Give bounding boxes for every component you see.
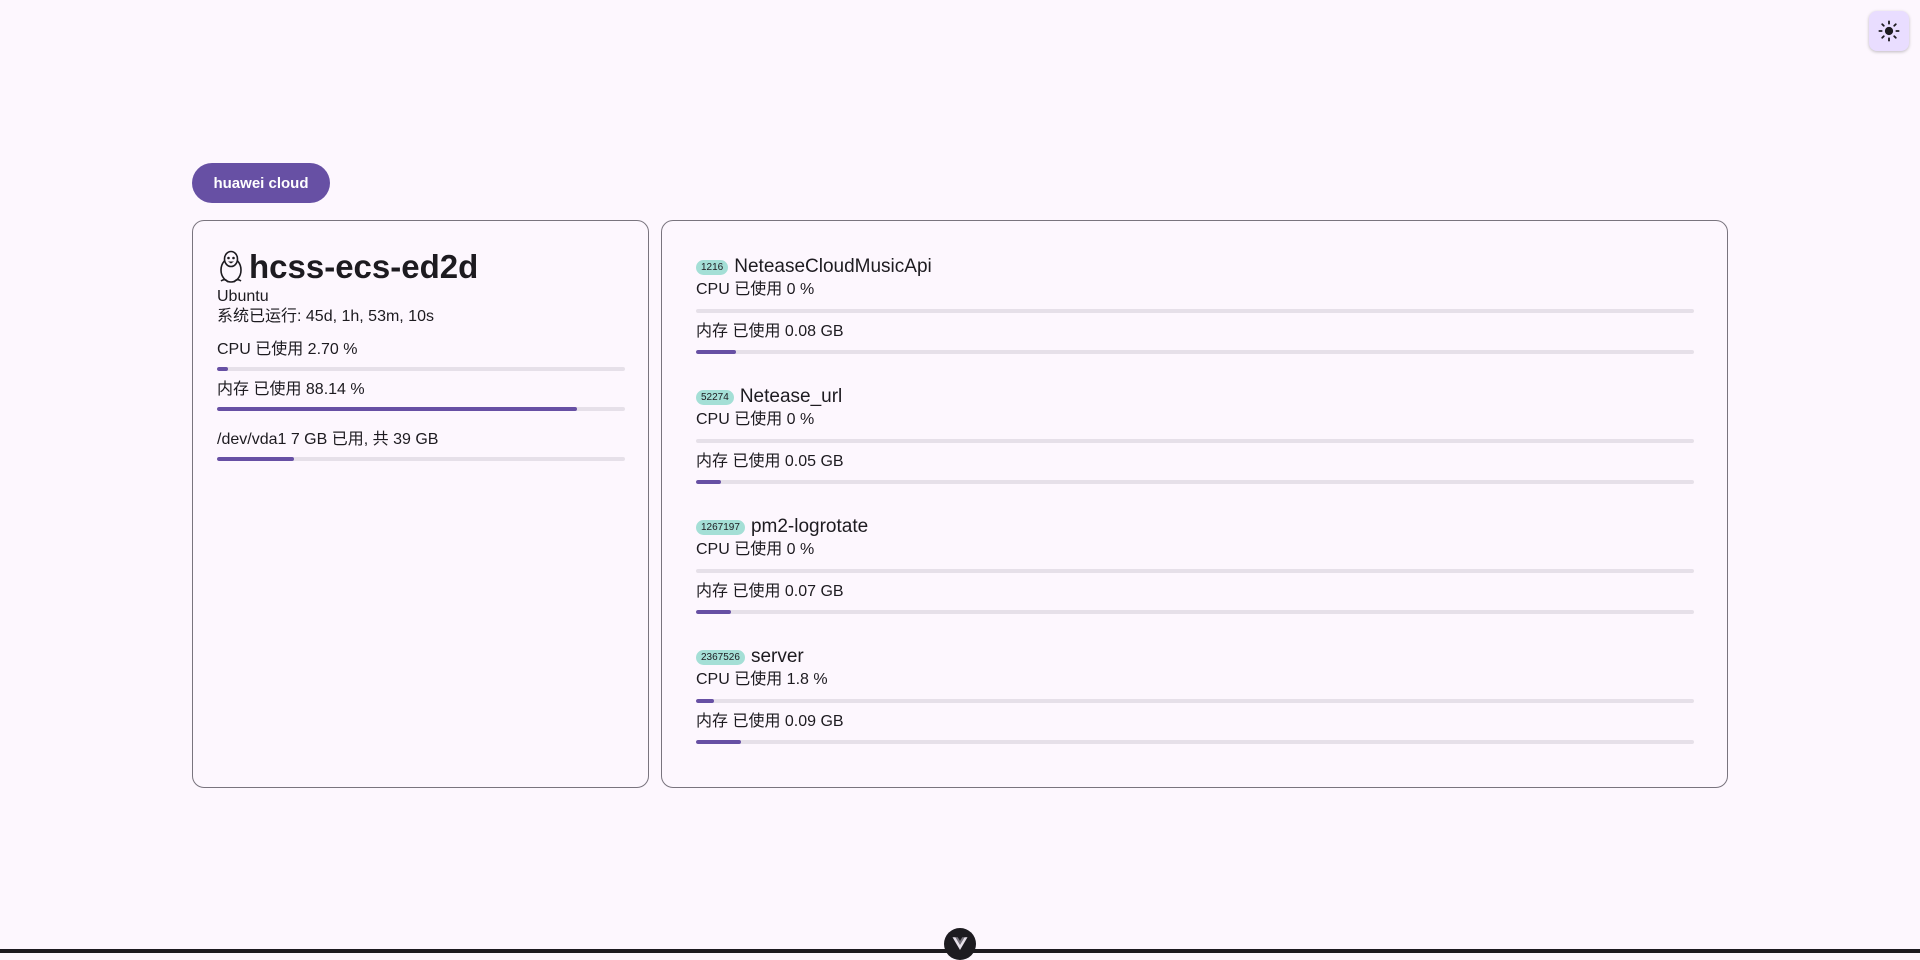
- host-name: hcss-ecs-ed2d: [249, 248, 479, 285]
- process-header: 1216 NeteaseCloudMusicApi: [696, 255, 1694, 279]
- process-memory-bar: [696, 480, 1694, 484]
- vue-devtools-button[interactable]: [944, 928, 976, 960]
- process-item: 1216 NeteaseCloudMusicApi CPU 已使用 0 % 内存…: [696, 255, 1694, 385]
- process-cpu-label: CPU 已使用 0 %: [696, 541, 815, 558]
- host-info: hcss-ecs-ed2d Ubuntu 系统已运行: 45d, 1h, 53m…: [217, 247, 625, 461]
- process-cpu-bar: [696, 699, 1694, 703]
- vue-logo-icon: [952, 937, 968, 950]
- process-item: 1267197 pm2-logrotate CPU 已使用 0 % 内存 已使用…: [696, 515, 1694, 645]
- pid-badge: 1216: [696, 259, 729, 275]
- process-memory-bar: [696, 740, 1694, 744]
- process-memory-label: 内存 已使用 0.08 GB: [696, 323, 844, 340]
- group-tab-huawei-cloud[interactable]: huawei cloud: [192, 163, 330, 203]
- process-header: 2367526 server: [696, 645, 1694, 669]
- process-cpu-label: CPU 已使用 0 %: [696, 281, 815, 298]
- process-name: server: [750, 646, 804, 667]
- host-title-row: hcss-ecs-ed2d: [217, 247, 625, 287]
- uptime: 系统已运行: 45d, 1h, 53m, 10s: [217, 308, 434, 325]
- process-memory-label: 内存 已使用 0.09 GB: [696, 713, 844, 730]
- process-cpu-bar-fill: [696, 699, 714, 703]
- host-card: hcss-ecs-ed2d Ubuntu 系统已运行: 45d, 1h, 53m…: [192, 220, 649, 788]
- process-list: 1216 NeteaseCloudMusicApi CPU 已使用 0 % 内存…: [696, 255, 1694, 775]
- host-cpu-bar: [217, 367, 625, 371]
- process-memory-bar-fill: [696, 350, 736, 354]
- process-name: NeteaseCloudMusicApi: [734, 256, 932, 277]
- process-item: 2367526 server CPU 已使用 1.8 % 内存 已使用 0.09…: [696, 645, 1694, 775]
- process-cpu-bar: [696, 569, 1694, 573]
- host-memory-label: 内存 已使用 88.14 %: [217, 381, 365, 398]
- host-disk-bar-fill: [217, 457, 295, 461]
- process-cpu-label: CPU 已使用 0 %: [696, 411, 815, 428]
- host-disk-label: /dev/vda1 7 GB 已用, 共 39 GB: [217, 431, 439, 448]
- process-cpu-label: CPU 已使用 1.8 %: [696, 671, 828, 688]
- host-memory-bar: [217, 407, 625, 411]
- host-memory-bar-fill: [217, 407, 577, 411]
- pid-badge: 2367526: [696, 649, 745, 665]
- process-header: 52274 Netease_url: [696, 385, 1694, 409]
- process-memory-bar: [696, 610, 1694, 614]
- pid-badge: 52274: [696, 389, 734, 405]
- process-name: Netease_url: [739, 386, 843, 407]
- os-name: Ubuntu: [217, 288, 269, 305]
- host-cpu-bar-fill: [217, 367, 229, 371]
- linux-penguin-icon: [220, 250, 242, 283]
- process-memory-bar-fill: [696, 480, 721, 484]
- sun-icon: [1878, 20, 1900, 42]
- theme-toggle-button[interactable]: [1869, 11, 1909, 51]
- process-memory-label: 内存 已使用 0.05 GB: [696, 453, 844, 470]
- process-cpu-bar: [696, 309, 1694, 313]
- host-cpu-label: CPU 已使用 2.70 %: [217, 341, 358, 358]
- pid-badge: 1267197: [696, 519, 745, 535]
- host-disk-bar: [217, 457, 625, 461]
- process-card: 1216 NeteaseCloudMusicApi CPU 已使用 0 % 内存…: [661, 220, 1728, 788]
- process-item: 52274 Netease_url CPU 已使用 0 % 内存 已使用 0.0…: [696, 385, 1694, 515]
- process-cpu-bar: [696, 439, 1694, 443]
- process-memory-bar: [696, 350, 1694, 354]
- process-memory-bar-fill: [696, 610, 731, 614]
- process-memory-label: 内存 已使用 0.07 GB: [696, 583, 844, 600]
- process-memory-bar-fill: [696, 740, 741, 744]
- process-name: pm2-logrotate: [750, 516, 869, 537]
- process-header: 1267197 pm2-logrotate: [696, 515, 1694, 539]
